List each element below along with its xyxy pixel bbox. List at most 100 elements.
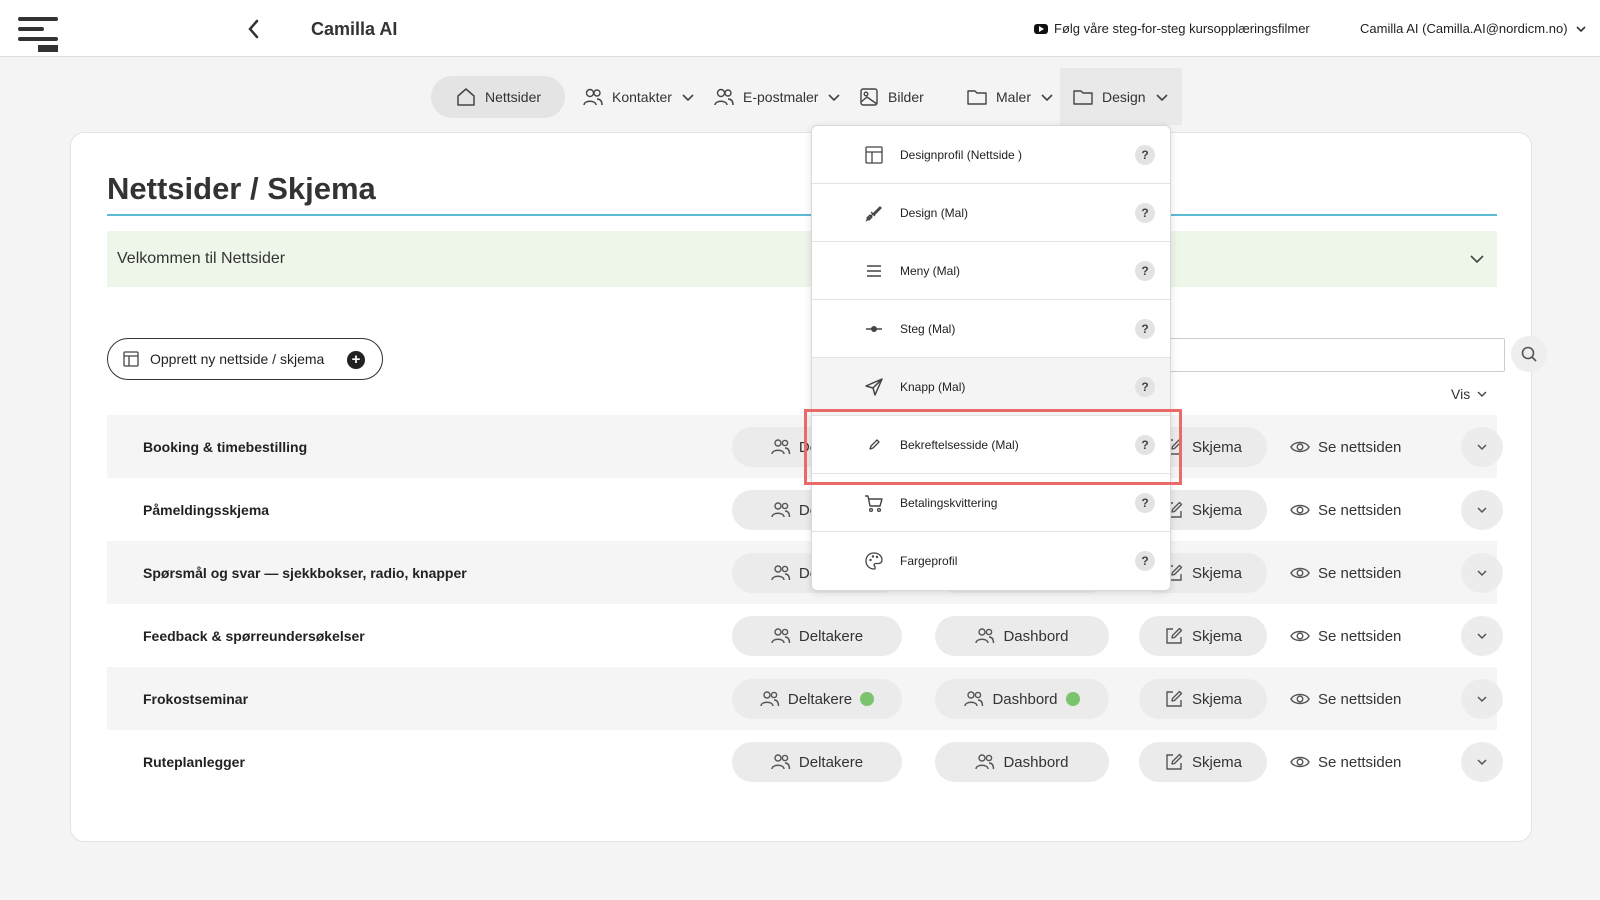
skjema-label: Skjema bbox=[1191, 690, 1243, 708]
row-title[interactable]: Frokostseminar bbox=[143, 691, 248, 707]
dashbord-label: Dashbord bbox=[992, 690, 1058, 708]
skjema-label: Skjema bbox=[1191, 438, 1243, 456]
cart-icon bbox=[864, 493, 884, 513]
pencil-icon bbox=[864, 435, 884, 455]
skjema-button[interactable]: Skjema bbox=[1139, 616, 1267, 656]
help-icon[interactable]: ? bbox=[1135, 435, 1155, 455]
view-website-link[interactable]: Se nettsiden bbox=[1290, 437, 1401, 457]
view-link-label: Se nettsiden bbox=[1318, 627, 1402, 645]
row-expand-button[interactable] bbox=[1461, 490, 1503, 530]
design-menu-item-meny-mal[interactable]: Meny (Mal) ? bbox=[812, 242, 1170, 300]
eye-icon bbox=[1290, 567, 1310, 579]
vis-label: Vis bbox=[1451, 386, 1471, 402]
eye-icon bbox=[1290, 756, 1310, 768]
nav-tab-bilder[interactable]: Bilder bbox=[858, 76, 924, 118]
users-icon bbox=[964, 691, 984, 707]
deltakere-button[interactable]: Deltakere bbox=[732, 742, 902, 782]
chevron-down-icon bbox=[1477, 570, 1487, 577]
users-icon bbox=[771, 628, 791, 644]
design-menu-item-steg-mal[interactable]: Steg (Mal) ? bbox=[812, 300, 1170, 358]
deltakere-label: Deltakere bbox=[787, 690, 853, 708]
menu-item-label: Knapp (Mal) bbox=[900, 380, 966, 394]
view-website-link[interactable]: Se nettsiden bbox=[1290, 500, 1401, 520]
nav-tab-design[interactable]: Design bbox=[1060, 68, 1182, 125]
nav-tab-maler[interactable]: Maler bbox=[966, 76, 1055, 118]
menu-item-label: Designprofil (Nettside ) bbox=[900, 148, 1023, 162]
view-link-label: Se nettsiden bbox=[1318, 753, 1402, 771]
image-icon bbox=[860, 88, 878, 106]
users-icon bbox=[771, 754, 791, 770]
edit-icon bbox=[1166, 690, 1183, 707]
nav-label: E-postmaler bbox=[743, 89, 819, 105]
status-dot bbox=[1065, 692, 1080, 706]
help-icon[interactable]: ? bbox=[1135, 551, 1155, 571]
nav-tab-kontakter[interactable]: Kontakter bbox=[582, 76, 696, 118]
chevron-down-icon bbox=[1477, 391, 1487, 397]
deltakere-button[interactable]: Deltakere bbox=[732, 616, 902, 656]
users-icon bbox=[771, 565, 791, 581]
nav-tab-nettsider[interactable]: Nettsider bbox=[431, 76, 565, 118]
design-menu-item-designprofil-nettside[interactable]: Designprofil (Nettside ) ? bbox=[812, 126, 1170, 184]
help-icon[interactable]: ? bbox=[1135, 203, 1155, 223]
create-website-button[interactable]: Opprett ny nettside / skjema + bbox=[107, 338, 383, 380]
menu-item-label: Design (Mal) bbox=[900, 206, 969, 220]
row-expand-button[interactable] bbox=[1461, 679, 1503, 719]
dashbord-button[interactable]: Dashbord bbox=[935, 742, 1109, 782]
nav-tab-epostmaler[interactable]: E-postmaler bbox=[713, 76, 842, 118]
plus-icon: + bbox=[347, 351, 365, 369]
design-menu-item-bekreftelsesside-mal[interactable]: Bekreftelsesside (Mal) ? bbox=[812, 416, 1170, 474]
help-icon[interactable]: ? bbox=[1135, 493, 1155, 513]
welcome-text: Velkommen til Nettsider bbox=[117, 250, 286, 267]
menu-item-label: Fargeprofil bbox=[900, 554, 958, 568]
view-website-link[interactable]: Se nettsiden bbox=[1290, 626, 1401, 646]
row-expand-button[interactable] bbox=[1461, 742, 1503, 782]
deltakere-label: Deltakere bbox=[798, 627, 864, 645]
row-expand-button[interactable] bbox=[1461, 427, 1503, 467]
chevron-down-icon bbox=[682, 94, 694, 102]
view-website-link[interactable]: Se nettsiden bbox=[1290, 563, 1401, 583]
design-menu-item-betalingskvittering[interactable]: Betalingskvittering ? bbox=[812, 474, 1170, 532]
tutorial-videos-link[interactable]: Følg våre steg-for-steg kursopplæringsfi… bbox=[1034, 21, 1310, 36]
eye-icon bbox=[1290, 441, 1310, 453]
title-divider bbox=[107, 214, 1497, 216]
dashbord-button[interactable]: Dashbord bbox=[935, 616, 1109, 656]
row-title[interactable]: Ruteplanlegger bbox=[143, 754, 245, 770]
row-title[interactable]: Feedback & spørreundersøkelser bbox=[143, 628, 365, 644]
skjema-label: Skjema bbox=[1191, 627, 1243, 645]
user-menu[interactable]: Camilla AI (Camilla.AI@nordicm.no) bbox=[1360, 21, 1588, 36]
help-icon[interactable]: ? bbox=[1135, 145, 1155, 165]
design-menu-item-knapp-mal[interactable]: Knapp (Mal) ? bbox=[812, 358, 1170, 416]
back-arrow-icon[interactable] bbox=[244, 18, 264, 40]
send-icon bbox=[864, 377, 884, 397]
row-expand-button[interactable] bbox=[1461, 553, 1503, 593]
view-options-button[interactable]: Vis bbox=[1451, 386, 1488, 402]
help-icon[interactable]: ? bbox=[1135, 377, 1155, 397]
deltakere-button[interactable]: Deltakere bbox=[732, 679, 902, 719]
skjema-label: Skjema bbox=[1191, 564, 1243, 582]
table-row: Ruteplanlegger Deltakere Dashbord Skjema… bbox=[107, 730, 1503, 793]
skjema-button[interactable]: Skjema bbox=[1139, 742, 1267, 782]
row-expand-button[interactable] bbox=[1461, 616, 1503, 656]
design-menu-item-fargeprofil[interactable]: Fargeprofil ? bbox=[812, 532, 1170, 590]
row-title[interactable]: Booking & timebestilling bbox=[143, 439, 307, 455]
design-menu-item-design-mal[interactable]: Design (Mal) ? bbox=[812, 184, 1170, 242]
chevron-down-icon bbox=[1477, 696, 1487, 703]
row-title[interactable]: Spørsmål og svar — sjekkbokser, radio, k… bbox=[143, 565, 467, 581]
dashbord-button[interactable]: Dashbord bbox=[935, 679, 1109, 719]
row-title[interactable]: Påmeldingsskjema bbox=[143, 502, 269, 518]
welcome-accordion[interactable]: Velkommen til Nettsider bbox=[107, 231, 1497, 287]
deltakere-label: Deltakere bbox=[798, 753, 864, 771]
view-website-link[interactable]: Se nettsiden bbox=[1290, 752, 1401, 772]
layout-icon bbox=[864, 145, 884, 165]
hamburger-menu-icon[interactable] bbox=[18, 17, 58, 53]
skjema-button[interactable]: Skjema bbox=[1139, 679, 1267, 719]
view-website-link[interactable]: Se nettsiden bbox=[1290, 689, 1401, 709]
help-icon[interactable]: ? bbox=[1135, 319, 1155, 339]
dashbord-label: Dashbord bbox=[1003, 753, 1069, 771]
palette-icon bbox=[864, 551, 884, 571]
help-icon[interactable]: ? bbox=[1135, 261, 1155, 281]
eye-icon bbox=[1290, 693, 1310, 705]
menu-item-label: Steg (Mal) bbox=[900, 322, 956, 336]
search-button[interactable] bbox=[1511, 336, 1547, 372]
users-icon bbox=[975, 754, 995, 770]
